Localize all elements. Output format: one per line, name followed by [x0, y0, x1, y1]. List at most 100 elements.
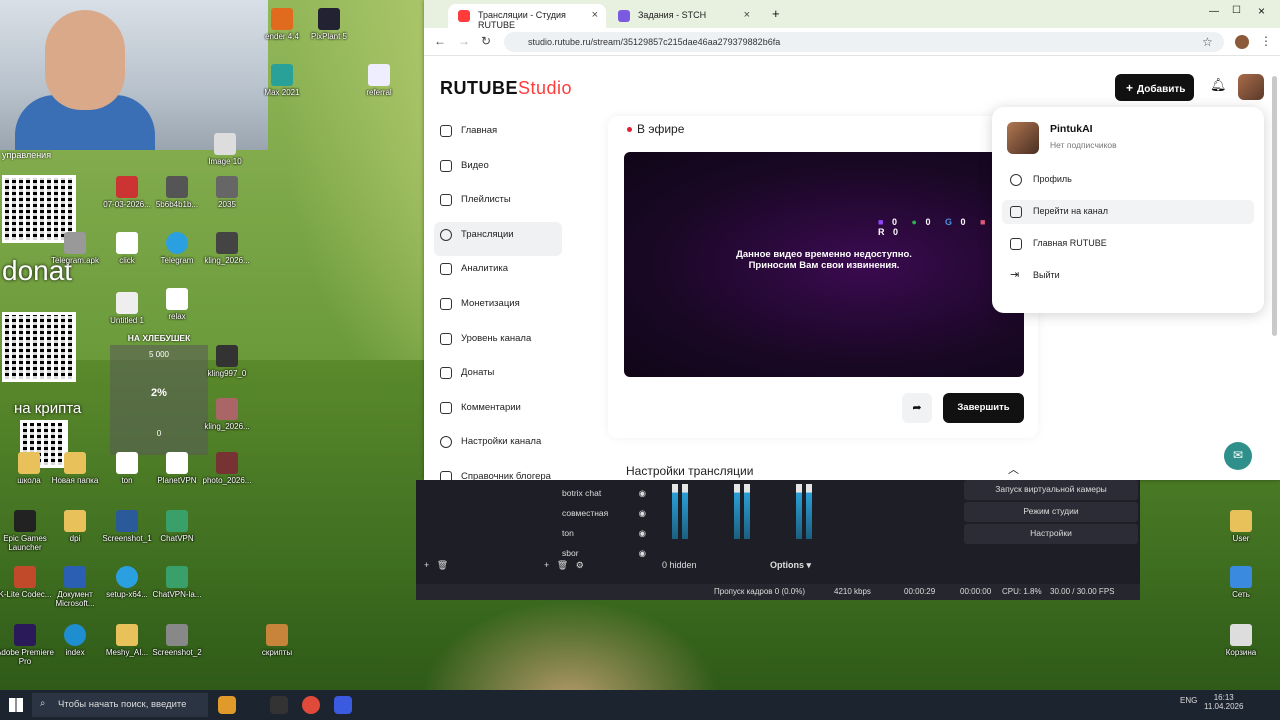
app-icon[interactable] — [334, 696, 352, 714]
eye-icon[interactable]: ◉ — [639, 508, 646, 519]
video-unavailable-message: Данное видео временно недоступно. Принос… — [736, 249, 912, 271]
source-row[interactable]: botrix chat ◉ — [540, 484, 660, 504]
bell-icon[interactable]: 🔔︎ — [1210, 77, 1227, 93]
clock[interactable]: 16:13 11.04.2026 — [1204, 693, 1243, 711]
desktop-icon[interactable]: Новая папка — [46, 452, 104, 485]
broadcast-icon — [440, 228, 452, 241]
eye-icon[interactable]: ◉ — [639, 548, 646, 559]
taskbar-search[interactable]: ⌕ Чтобы начать поиск, введите — [32, 693, 208, 717]
eye-icon[interactable]: ◉ — [639, 488, 646, 499]
desktop-icon[interactable]: ChatVPN — [148, 510, 206, 543]
desktop-icon[interactable]: photo_2026... — [198, 452, 256, 485]
chrome-icon[interactable] — [302, 696, 320, 714]
desktop-icon[interactable]: Screenshot_2 — [148, 624, 206, 657]
reload-icon[interactable]: ↻ — [481, 34, 491, 48]
sidebar-item-video[interactable]: Видео — [434, 153, 564, 188]
chevron-up-icon[interactable]: ︿ — [1008, 461, 1019, 477]
trash-icon[interactable]: 🗑︎ — [437, 560, 448, 570]
language-indicator[interactable]: ENG — [1180, 696, 1197, 705]
widget-title: НА ХЛЕБУШЕК — [127, 333, 191, 343]
rutube-studio-logo[interactable]: RUTUBEStudio — [440, 78, 572, 99]
hidden-count: 0 hidden — [662, 560, 697, 570]
share-button[interactable]: ➦ — [902, 393, 932, 423]
source-row[interactable]: совместная ◉ — [540, 504, 660, 524]
sidebar-item-analytics[interactable]: Аналитика — [434, 256, 564, 291]
settings-button[interactable]: Настройки — [964, 524, 1138, 544]
cortana-icon[interactable] — [218, 696, 236, 714]
browser-menu-icon[interactable]: ⋮ — [1260, 34, 1272, 48]
sidebar-item-monetization[interactable]: Монетизация — [434, 291, 564, 326]
support-chat-button[interactable]: ✉ — [1224, 442, 1252, 470]
bookmark-star-icon[interactable]: ☆ — [1202, 35, 1213, 49]
live-status-label: В эфире — [637, 122, 685, 136]
desktop-icon[interactable]: index — [46, 624, 104, 657]
desktop-icon[interactable]: Корзина — [1212, 624, 1270, 657]
sidebar-item-playlists[interactable]: Плейлисты — [434, 187, 564, 222]
gear-icon[interactable]: ⚙ — [576, 560, 584, 570]
desktop-icon[interactable]: 2035 — [198, 176, 256, 209]
menu-item-logout[interactable]: ⇥ Выйти — [1002, 264, 1254, 288]
end-stream-button[interactable]: Завершить — [943, 393, 1024, 423]
sidebar-item-blogger-guide[interactable]: Справочник блогера — [434, 464, 564, 480]
desktop-icon[interactable]: User — [1212, 510, 1270, 543]
menu-item-rutube-home[interactable]: Главная RUTUBE — [1002, 232, 1254, 256]
studio-mode-button[interactable]: Режим студии — [964, 502, 1138, 522]
desktop-icon[interactable]: Сеть — [1212, 566, 1270, 599]
desktop-icon[interactable]: Документ Microsoft... — [46, 566, 104, 608]
obs-icon[interactable] — [270, 696, 288, 714]
desktop-icon[interactable]: relax — [148, 288, 206, 321]
tab-rutube-studio[interactable]: Трансляции - Студия RUTUBE × — [448, 4, 606, 30]
desktop-icon[interactable]: kling_2026... — [198, 398, 256, 431]
subscriber-count: Нет подписчиков — [1050, 140, 1117, 150]
desktop-icon[interactable]: ChatVPN-la... — [148, 566, 206, 599]
url-field[interactable]: studio.rutube.ru/stream/35129857c215dae4… — [504, 32, 1224, 52]
menu-avatar — [1007, 122, 1039, 154]
windows-start-icon[interactable] — [9, 698, 23, 712]
source-row[interactable]: ton ◉ — [540, 524, 660, 544]
minimize-icon[interactable]: — — [1209, 6, 1219, 17]
desktop-icon[interactable]: kling997_0 — [198, 345, 256, 378]
back-icon[interactable]: ← — [434, 34, 446, 48]
new-tab-icon[interactable]: + — [772, 6, 780, 21]
desktop-icon[interactable]: PixPlant 5 — [300, 8, 358, 41]
add-icon[interactable]: + — [544, 560, 549, 570]
options-dropdown[interactable]: Options ▾ — [770, 560, 811, 571]
scrollbar[interactable] — [1272, 76, 1277, 336]
sidebar-item-channel-settings[interactable]: Настройки канала — [434, 429, 564, 464]
sidebar-item-streams[interactable]: Трансляции — [434, 221, 562, 257]
add-button[interactable]: + Добавить — [1115, 74, 1194, 101]
desktop-icon[interactable]: dpi — [46, 510, 104, 543]
maximize-icon[interactable]: ☐ — [1232, 5, 1241, 16]
qr-file-icon — [116, 452, 138, 474]
desktop-icon[interactable]: referral — [350, 64, 408, 97]
account-avatar[interactable] — [1238, 74, 1264, 100]
desktop-icon[interactable]: скрипты — [248, 624, 306, 657]
close-tab-icon[interactable]: × — [744, 9, 750, 21]
trash-icon[interactable]: 🗑︎ — [557, 560, 568, 570]
eye-icon[interactable]: ◉ — [639, 528, 646, 539]
sidebar-item-donations[interactable]: Донаты — [434, 360, 564, 395]
sidebar-item-home[interactable]: Главная — [434, 118, 564, 153]
profile-avatar-icon[interactable] — [1235, 35, 1249, 49]
sidebar-item-channel-level[interactable]: Уровень канала — [434, 326, 564, 361]
add-icon[interactable]: + — [424, 560, 429, 570]
sidebar-item-comments[interactable]: Комментарии — [434, 395, 564, 430]
desktop-icon[interactable]: Telegram.apk — [46, 232, 104, 265]
close-tab-icon[interactable]: × — [592, 9, 598, 21]
share-icon: ➦ — [912, 402, 922, 414]
desktop-icon[interactable]: kling_2026... — [198, 232, 256, 265]
desktop-icon[interactable]: Max 2021 — [253, 64, 311, 97]
tab-stch[interactable]: Задания - STCH × — [608, 4, 758, 28]
channel-icon — [1010, 206, 1022, 218]
stream-settings-title[interactable]: Настройки трансляции — [626, 464, 753, 478]
stream-preview[interactable]: ■ 0 ● 0 G 0 ■ 0 R 0 Данное видео временн… — [624, 152, 1024, 377]
menu-item-go-to-channel[interactable]: Перейти на канал — [1002, 200, 1254, 224]
live-time: 00:00:29 — [904, 587, 936, 596]
webcam-person-head — [45, 10, 125, 110]
forward-icon[interactable]: → — [458, 34, 470, 48]
image-icon — [216, 176, 238, 198]
virtual-camera-button[interactable]: Запуск виртуальной камеры — [964, 480, 1138, 500]
desktop-icon[interactable]: Image 10 — [196, 133, 254, 166]
close-window-icon[interactable]: × — [1258, 4, 1265, 18]
menu-item-profile[interactable]: Профиль — [1002, 168, 1254, 192]
